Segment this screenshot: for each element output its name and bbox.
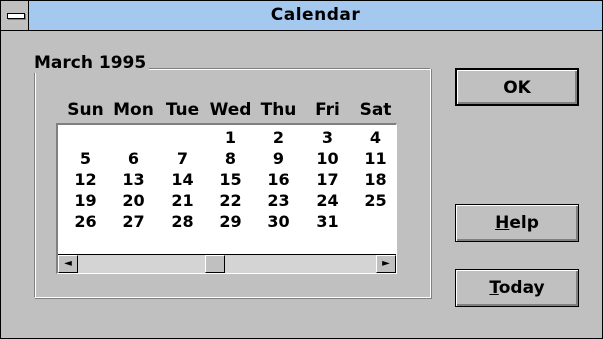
help-label: elp [509, 213, 539, 233]
calendar-day[interactable]: 24 [303, 191, 352, 210]
calendar-day[interactable]: 26 [61, 212, 110, 231]
today-button[interactable]: Today [455, 269, 579, 307]
scroll-left-button[interactable]: ◄ [58, 255, 78, 273]
calendar-day[interactable]: 16 [254, 170, 303, 189]
calendar-day[interactable]: 29 [206, 212, 255, 231]
calendar-day[interactable]: 4 [351, 128, 400, 147]
calendar-day[interactable]: 28 [158, 212, 207, 231]
calendar-day[interactable]: 17 [303, 170, 352, 189]
calendar-day[interactable]: 30 [254, 212, 303, 231]
weekday-wed: Wed [209, 100, 252, 120]
calendar-day[interactable]: 8 [206, 149, 255, 168]
weekday-sun: Sun [67, 100, 104, 120]
weekday-thu: Thu [260, 100, 297, 120]
calendar-day[interactable]: 13 [109, 170, 158, 189]
calendar-day[interactable]: 21 [158, 191, 207, 210]
calendar-day[interactable]: 27 [109, 212, 158, 231]
calendar-day[interactable]: 2 [254, 128, 303, 147]
calendar-day[interactable]: 3 [303, 128, 352, 147]
calendar-day[interactable]: 1 [206, 128, 255, 147]
calendar-day[interactable]: 5 [61, 149, 110, 168]
month-label: March 1995 [31, 53, 150, 73]
horizontal-scrollbar[interactable]: ◄ ► [58, 254, 396, 273]
weekday-fri: Fri [315, 100, 340, 120]
calendar-day[interactable]: 6 [109, 149, 158, 168]
help-mnemonic: H [495, 213, 510, 233]
calendar-day[interactable]: 14 [158, 170, 207, 189]
calendar-day[interactable]: 23 [254, 191, 303, 210]
weekday-tue: Tue [165, 100, 200, 120]
calendar-day[interactable]: 18 [351, 170, 400, 189]
calendar-day[interactable]: 31 [303, 212, 352, 231]
window-title: Calendar [270, 5, 361, 25]
calendar-day[interactable]: 15 [206, 170, 255, 189]
calendar-day[interactable]: 9 [254, 149, 303, 168]
scroll-right-button[interactable]: ► [376, 255, 396, 273]
title-bar: Calendar [1, 1, 602, 31]
system-menu-button[interactable] [1, 1, 29, 30]
calendar-day[interactable]: 7 [158, 149, 207, 168]
weekday-header: Sun Mon Tue Wed Thu Fri Sat [61, 100, 401, 120]
ok-button[interactable]: OK [455, 68, 579, 106]
calendar-day[interactable]: 12 [61, 170, 110, 189]
calendar-day[interactable]: 22 [206, 191, 255, 210]
calendar-day[interactable]: 11 [351, 149, 400, 168]
calendar-day[interactable]: 19 [61, 191, 110, 210]
scroll-thumb[interactable] [205, 255, 225, 273]
help-button[interactable]: Help [455, 204, 579, 242]
calendar-day[interactable]: 10 [303, 149, 352, 168]
system-menu-icon [7, 13, 25, 19]
weekday-mon: Mon [113, 100, 154, 120]
calendar-day[interactable]: 25 [351, 191, 400, 210]
today-label: oday [498, 278, 545, 298]
calendar-day[interactable]: 20 [109, 191, 158, 210]
weekday-sat: Sat [359, 100, 392, 120]
calendar-grid: ◄ ► 1 2 3 4 5 6 7 8 9 10 11 12 13 14 15 16 17 18 19 20 21 22 2… [56, 123, 397, 274]
calendar-dialog: Calendar March 1995 Sun Mon Tue Wed Thu … [0, 0, 603, 339]
today-mnemonic: T [489, 278, 499, 298]
